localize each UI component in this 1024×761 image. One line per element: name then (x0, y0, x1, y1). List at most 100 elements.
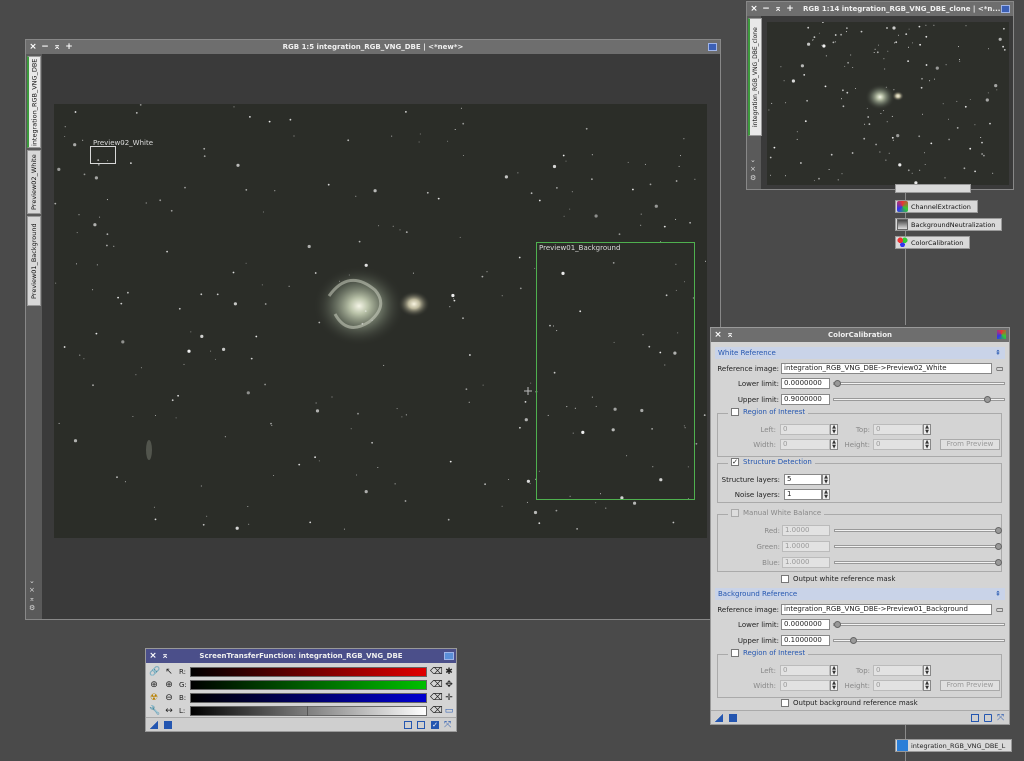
white-roi-checkbox[interactable] (731, 408, 739, 416)
white-upper-limit-input[interactable]: 0.9000000 (781, 394, 830, 405)
close-icon[interactable]: × (28, 41, 38, 53)
spin-icon[interactable]: ▲ ▼ (923, 439, 931, 450)
spin-icon[interactable]: ▲ ▼ (830, 424, 838, 435)
shade-icon[interactable]: ⌅ (725, 329, 735, 341)
track-view-icon[interactable] (984, 714, 992, 722)
preview-white-box[interactable]: Preview02_White (90, 139, 153, 164)
stf-titlebar[interactable]: × ⌅ ScreenTransferFunction: integration_… (146, 649, 456, 663)
maximize-icon[interactable] (708, 43, 717, 51)
zoom-in-icon[interactable]: ⊕ (149, 680, 159, 690)
spin-icon[interactable]: ▲ ▼ (830, 439, 838, 450)
process-icon-image-l[interactable]: integration_RGB_VNG_DBE_L (895, 739, 1013, 752)
channel-g-bar[interactable] (190, 680, 427, 690)
slider-knob[interactable] (850, 637, 857, 644)
white-roi-left-input[interactable]: 0 (780, 424, 830, 435)
reset-icon[interactable]: ⤧ (997, 714, 1005, 723)
noise-layers-input[interactable]: 1 (784, 489, 822, 500)
main-window-titlebar[interactable]: × − ⌅ + RGB 1:5 integration_RGB_VNG_DBE … (26, 40, 720, 54)
structure-layers-input[interactable]: 5 (784, 474, 822, 485)
white-from-preview-button[interactable]: From Preview (940, 439, 1000, 450)
zoom-in-alt-icon[interactable]: ⊕ (164, 680, 174, 690)
bg-roi-height-input[interactable]: 0 (873, 680, 923, 691)
bg-from-preview-button[interactable]: From Preview (940, 680, 1000, 691)
process-icon-background-neutralization[interactable]: BackgroundNeutralization (895, 218, 1003, 231)
view-side-icons[interactable]: ⌄ × ⌅ ⚙ (29, 577, 35, 613)
shade-icon[interactable]: ⌅ (160, 650, 170, 662)
process-icon-color-calibration[interactable]: ColorCalibration (895, 236, 971, 249)
track-view-icon[interactable] (417, 721, 425, 729)
bg-roi-left-input[interactable]: 0 (780, 665, 830, 676)
shade-icon[interactable]: ⌅ (52, 41, 62, 53)
clone-image-window[interactable]: × − ⌅ + RGB 1:14 integration_RGB_VNG_DBE… (746, 1, 1014, 190)
white-reference-section[interactable]: White Reference ⇞ (715, 347, 1005, 359)
crosshair-icon[interactable]: ✥ (444, 680, 454, 690)
slider-knob[interactable] (995, 559, 1002, 566)
link-channels-icon[interactable]: 🔗 (149, 667, 160, 677)
main-image-window[interactable]: × − ⌅ + RGB 1:5 integration_RGB_VNG_DBE … (25, 39, 721, 620)
white-lower-limit-input[interactable]: 0.0000000 (781, 378, 830, 389)
settings-icon[interactable]: ✱ (444, 667, 454, 677)
slider-knob[interactable] (995, 527, 1002, 534)
wb-green-slider[interactable] (834, 543, 1002, 550)
cc-titlebar[interactable]: × ⌅ ColorCalibration (711, 328, 1009, 342)
output-bg-mask-row[interactable]: Output background reference mask (781, 699, 918, 707)
tab-preview-background[interactable]: Preview01_Background (27, 216, 41, 306)
spin-icon[interactable]: ▲ ▼ (830, 665, 838, 676)
checkmark-icon[interactable]: ✓ (431, 721, 439, 729)
white-roi-height-input[interactable]: 0 (873, 439, 923, 450)
wb-red-input[interactable]: 1.0000 (782, 525, 830, 536)
bg-lower-limit-slider[interactable] (833, 621, 1005, 628)
bg-upper-limit-slider[interactable] (833, 637, 1005, 644)
close-icon[interactable]: × (713, 329, 723, 341)
clone-side-icons[interactable]: ⌄ × ⚙ (750, 156, 756, 183)
reset-stretch-icon[interactable]: ↔ (164, 706, 174, 716)
spin-icon[interactable]: ▲ ▼ (923, 680, 931, 691)
clear-r-icon[interactable]: ⌫ (430, 667, 443, 677)
minimize-icon[interactable]: − (40, 41, 50, 53)
galaxy-image[interactable]: Preview02_White Preview01_Background (54, 104, 707, 538)
minimize-icon[interactable]: − (761, 3, 771, 15)
new-instance-icon[interactable] (150, 721, 158, 729)
slider-knob[interactable] (834, 621, 841, 628)
bg-lower-limit-input[interactable]: 0.0000000 (781, 619, 830, 630)
cc-process-icon[interactable] (997, 330, 1006, 339)
move-icon[interactable]: ✛ (444, 693, 454, 703)
wb-green-input[interactable]: 1.0000 (782, 541, 830, 552)
slider-knob[interactable] (995, 543, 1002, 550)
background-reference-section[interactable]: Background Reference ⇞ (715, 588, 1005, 600)
manual-wb-title[interactable]: Manual White Balance (728, 509, 825, 517)
browse-documentation-icon[interactable] (404, 721, 412, 729)
white-roi-width-input[interactable]: 0 (780, 439, 830, 450)
structure-detection-title[interactable]: ✓ Structure Detection (728, 458, 815, 466)
pointer-icon[interactable]: ↖ (164, 667, 174, 677)
white-roi-top-input[interactable]: 0 (873, 424, 923, 435)
stf-process-icon[interactable] (444, 652, 454, 660)
output-white-mask-row[interactable]: Output white reference mask (781, 575, 895, 583)
bg-upper-limit-input[interactable]: 0.1000000 (781, 635, 830, 646)
bg-roi-title[interactable]: Region of Interest (728, 649, 809, 657)
color-calibration-dialog[interactable]: × ⌅ ColorCalibration White Reference ⇞ R… (710, 327, 1010, 725)
process-icon-channel-extraction[interactable]: ChannelExtraction (895, 200, 978, 213)
channel-l-bar[interactable] (190, 706, 427, 716)
apply-global-icon[interactable] (164, 721, 172, 729)
edit-icon[interactable]: 🔧 (149, 706, 160, 716)
pin-icon[interactable]: + (785, 3, 795, 15)
wb-red-slider[interactable] (834, 527, 1002, 534)
output-white-mask-checkbox[interactable] (781, 575, 789, 583)
wb-blue-input[interactable]: 1.0000 (782, 557, 830, 568)
maximize-icon[interactable] (1001, 5, 1010, 13)
apply-global-icon[interactable] (729, 714, 737, 722)
slider-knob[interactable] (834, 380, 841, 387)
tab-preview-white[interactable]: Preview02_White (27, 150, 41, 214)
new-instance-icon[interactable] (715, 714, 723, 722)
clone-galaxy-image[interactable] (767, 21, 1009, 185)
close-icon[interactable]: × (148, 650, 158, 662)
clear-l-icon[interactable]: ⌫ (430, 706, 443, 716)
tab-main-view[interactable]: integration_RGB_VNG_DBE (27, 56, 41, 148)
browse-documentation-icon[interactable] (971, 714, 979, 722)
bg-ref-select-icon[interactable]: ▭ (996, 605, 1004, 614)
white-lower-limit-slider[interactable] (833, 380, 1005, 387)
monitor-icon[interactable]: ▭ (444, 706, 454, 716)
process-icon-partial[interactable] (895, 184, 971, 193)
collapse-icon[interactable]: ⇞ (995, 347, 1001, 359)
